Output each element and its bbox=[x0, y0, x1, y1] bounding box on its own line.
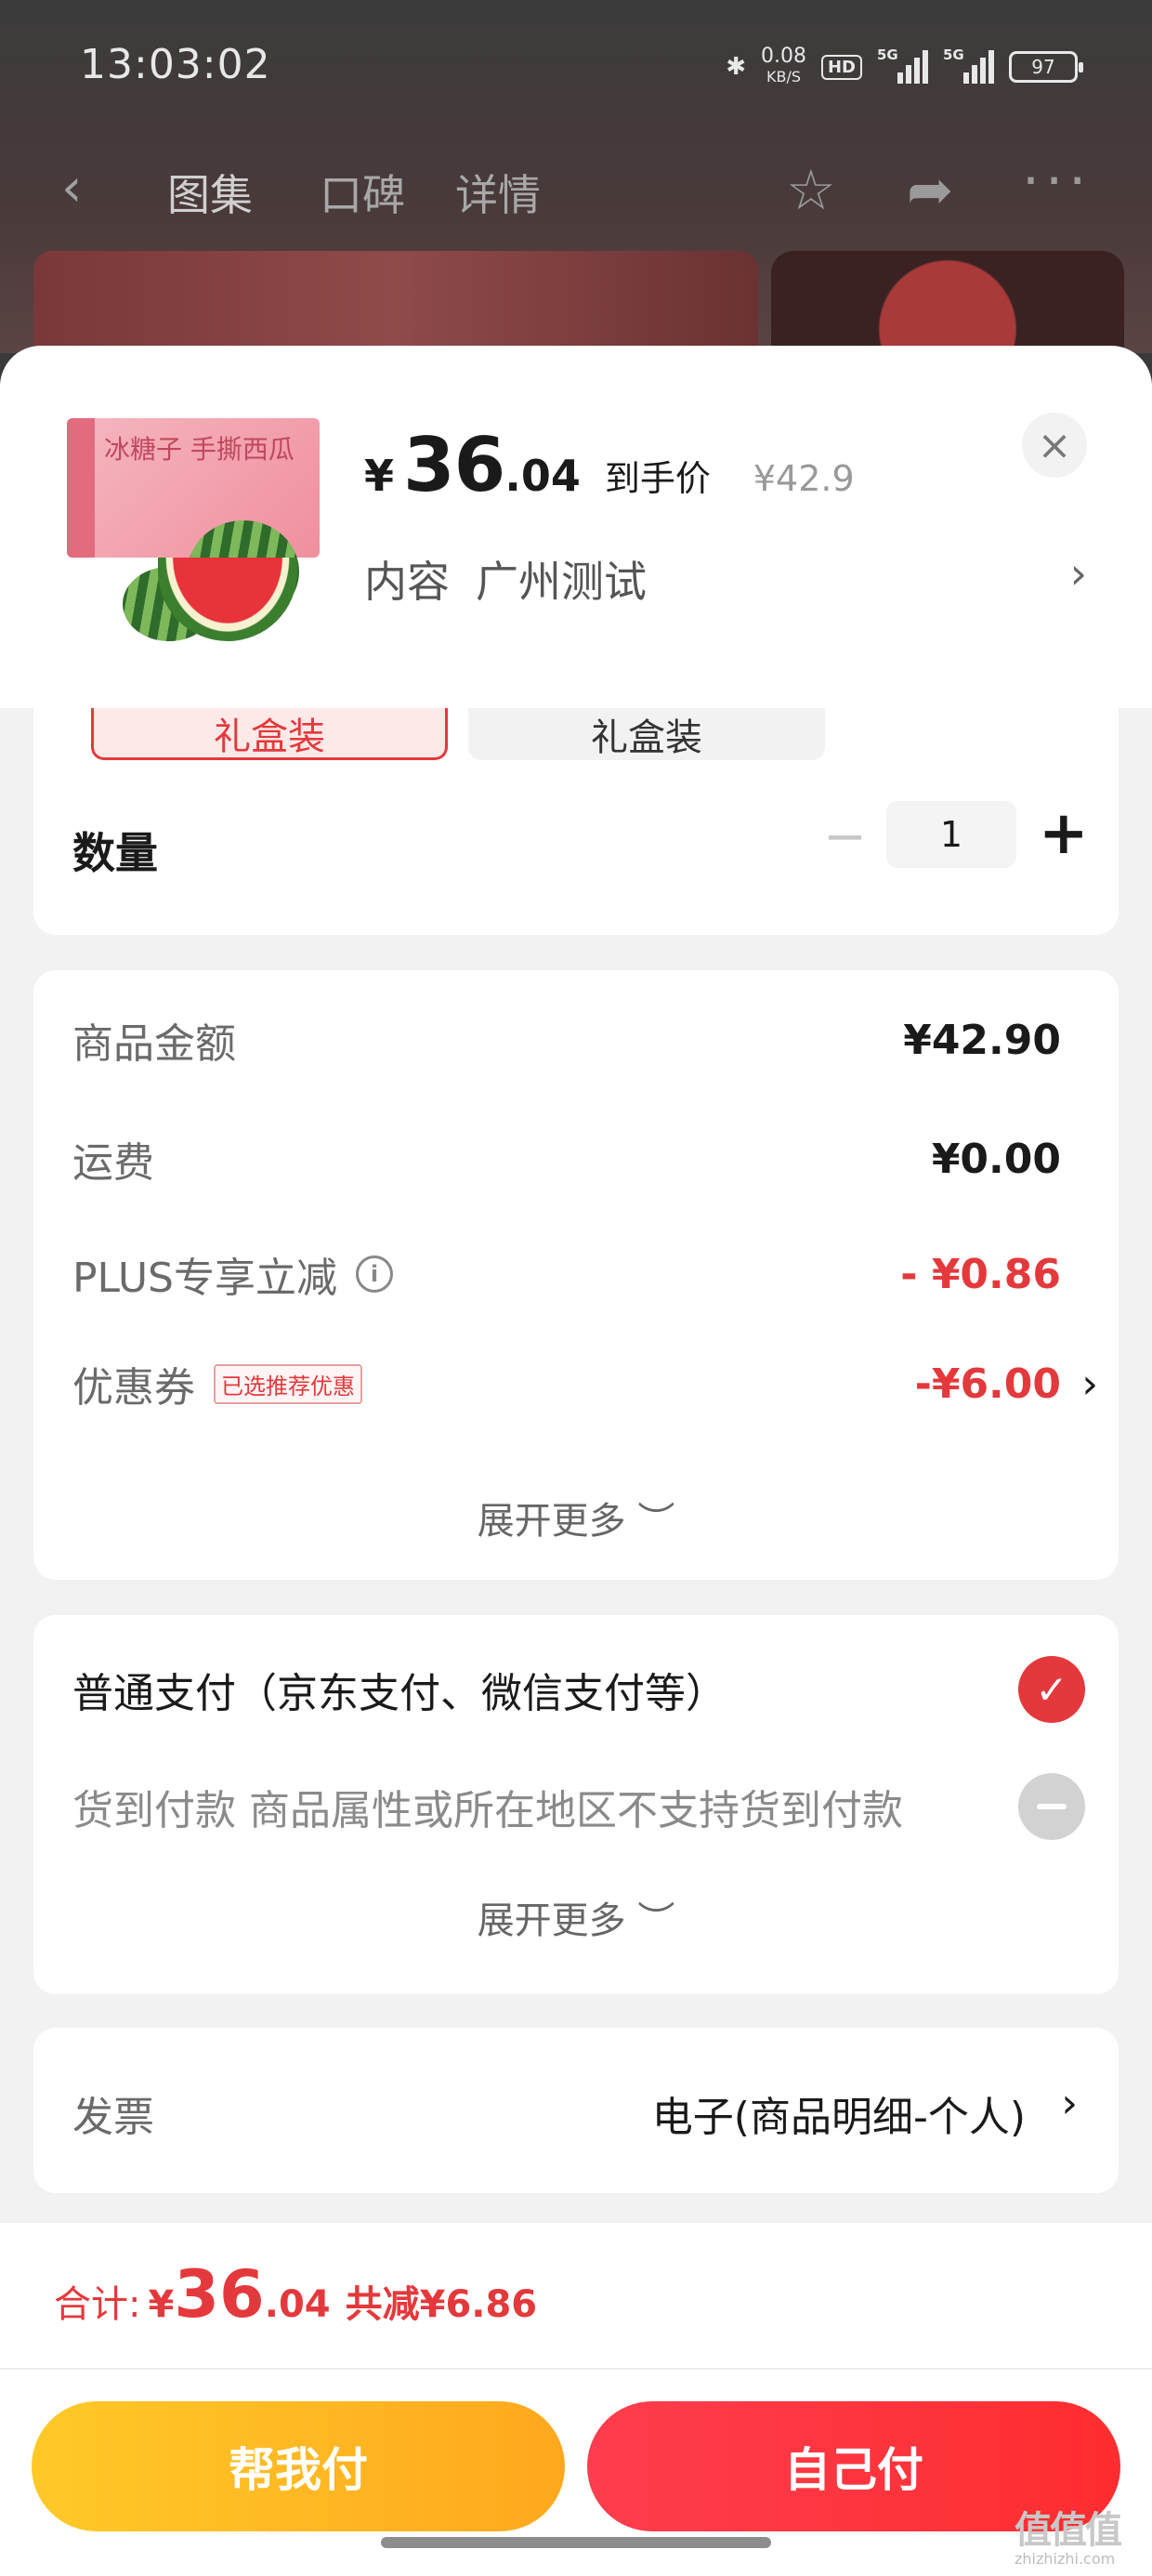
coupon-badge: 已选推荐优惠 bbox=[214, 1363, 362, 1404]
signal-icon: 5G bbox=[877, 46, 928, 84]
battery-icon: 97 bbox=[1009, 51, 1083, 83]
quantity-label: 数量 bbox=[72, 828, 158, 878]
coupon-amount: -¥6.00 bbox=[914, 1360, 1061, 1408]
bluetooth-icon: ✱ bbox=[726, 53, 746, 81]
star-icon[interactable]: ☆ bbox=[786, 158, 836, 223]
divider bbox=[0, 2368, 1152, 2370]
list-item: 运费 ¥0.00 bbox=[72, 1135, 1061, 1188]
home-indicator[interactable] bbox=[381, 2537, 771, 2548]
disabled-icon bbox=[1018, 1773, 1085, 1840]
list-item: 商品金额 ¥42.90 bbox=[72, 1016, 1061, 1069]
price-symbol: ¥ bbox=[364, 451, 395, 501]
background-page: 13:03:02 ✱ 0.08 KB/S HD 5G 5G 97 ‹ 图集 口碑 bbox=[0, 0, 1152, 362]
expand-more-button[interactable]: 展开更多 ︶ bbox=[33, 1890, 1119, 1944]
gift-box-text: 冰糖子 手撕西瓜 bbox=[104, 434, 295, 465]
item-amount: ¥42.90 bbox=[903, 1016, 1061, 1064]
expand-more-button[interactable]: 展开更多 ︶ bbox=[33, 1491, 1119, 1544]
checkout-bar: 合计: ¥ 36 .04 共减¥6.86 帮我付 自己付 bbox=[0, 2223, 1152, 2576]
quantity-stepper-value[interactable]: 1 bbox=[886, 801, 1016, 868]
spec-label: 内容 bbox=[364, 557, 450, 607]
back-icon[interactable]: ‹ bbox=[61, 158, 82, 218]
product-image: 冰糖子 手撕西瓜 bbox=[67, 418, 320, 641]
original-price: ¥42.9 bbox=[753, 458, 855, 499]
minus-icon[interactable]: − bbox=[823, 807, 867, 867]
close-icon: × bbox=[1037, 421, 1072, 469]
payment-option-cod: 货到付款 商品属性或所在地区不支持货到付款 bbox=[72, 1771, 1085, 1842]
more-icon[interactable]: ··· bbox=[1022, 149, 1092, 214]
network-speed: 0.08 KB/S bbox=[761, 45, 806, 86]
tab-reviews[interactable]: 口碑 bbox=[320, 162, 405, 223]
total-summary: 合计: ¥ 36 .04 共减¥6.86 bbox=[54, 2256, 538, 2333]
status-icons: ✱ 0.08 KB/S HD 5G 5G 97 bbox=[726, 45, 1083, 87]
coupon-row[interactable]: 优惠券 已选推荐优惠 -¥6.00 › bbox=[72, 1351, 1098, 1416]
spec-selector[interactable]: 内容 广州测试 › bbox=[364, 548, 1089, 610]
product-nav-bar: ‹ 图集 口碑 详情 ☆ ➦ ··· bbox=[0, 149, 1152, 232]
price-breakdown-card: 商品金额 ¥42.90 运费 ¥0.00 PLUS专享立减 i - ¥0.86 … bbox=[33, 970, 1119, 1580]
payment-method-card: 普通支付（京东支付、微信支付等） ✓ 货到付款 商品属性或所在地区不支持货到付款… bbox=[33, 1615, 1119, 1994]
tab-details[interactable]: 详情 bbox=[455, 162, 541, 223]
tab-gallery[interactable]: 图集 bbox=[167, 162, 253, 223]
status-bar: 13:03:02 ✱ 0.08 KB/S HD 5G 5G 97 bbox=[0, 0, 1152, 139]
plus-discount-amount: - ¥0.86 bbox=[900, 1250, 1061, 1298]
payment-option-normal[interactable]: 普通支付（京东支付、微信支付等） ✓ bbox=[72, 1654, 1085, 1725]
invoice-value: 电子(商品明细-个人) bbox=[651, 2094, 1026, 2141]
price-integer: 36 bbox=[403, 422, 505, 508]
info-icon[interactable]: i bbox=[356, 1255, 393, 1293]
option-chip[interactable]: 礼盒装 bbox=[468, 708, 825, 760]
status-time: 13:03:02 bbox=[80, 41, 271, 88]
option-chip-selected[interactable]: 礼盒装 bbox=[91, 708, 448, 760]
chevron-right-icon: › bbox=[1069, 548, 1087, 598]
invoice-row[interactable]: 发票 电子(商品明细-个人) › bbox=[33, 2028, 1119, 2193]
watermark-url: zhizhizhi.com bbox=[1015, 2550, 1116, 2568]
chevron-right-icon: › bbox=[1081, 1360, 1098, 1408]
watermark-logo: 值值值 bbox=[1015, 2509, 1122, 2552]
hd-badge: HD bbox=[820, 54, 862, 80]
total-saved: 共减¥6.86 bbox=[345, 2283, 538, 2326]
chevron-right-icon: › bbox=[1061, 2080, 1078, 2127]
check-icon[interactable]: ✓ bbox=[1018, 1656, 1085, 1723]
share-icon[interactable]: ➦ bbox=[907, 158, 953, 223]
price-label: 到手价 bbox=[604, 458, 711, 499]
purchase-sheet: 冰糖子 手撕西瓜 ¥ 36 .04 到手价 ¥42.9 内容 广州测试 › × … bbox=[0, 346, 1152, 2576]
list-item: PLUS专享立减 i - ¥0.86 bbox=[72, 1250, 1061, 1303]
price-decimal: .04 bbox=[504, 451, 581, 501]
sheet-header: 冰糖子 手撕西瓜 ¥ 36 .04 到手价 ¥42.9 内容 广州测试 › × bbox=[0, 346, 1152, 708]
close-button[interactable]: × bbox=[1022, 413, 1087, 478]
plus-icon[interactable]: + bbox=[1039, 799, 1089, 868]
shipping-amount: ¥0.00 bbox=[931, 1135, 1061, 1183]
signal-icon: 5G bbox=[943, 46, 994, 84]
options-quantity-card: 礼盒装 礼盒装 数量 − 1 + bbox=[33, 708, 1119, 935]
spec-value: 广州测试 bbox=[476, 557, 647, 607]
invoice-label: 发票 bbox=[72, 2094, 154, 2141]
price-row: ¥ 36 .04 到手价 ¥42.9 bbox=[364, 422, 855, 508]
pay-for-me-button[interactable]: 帮我付 bbox=[32, 2401, 565, 2531]
